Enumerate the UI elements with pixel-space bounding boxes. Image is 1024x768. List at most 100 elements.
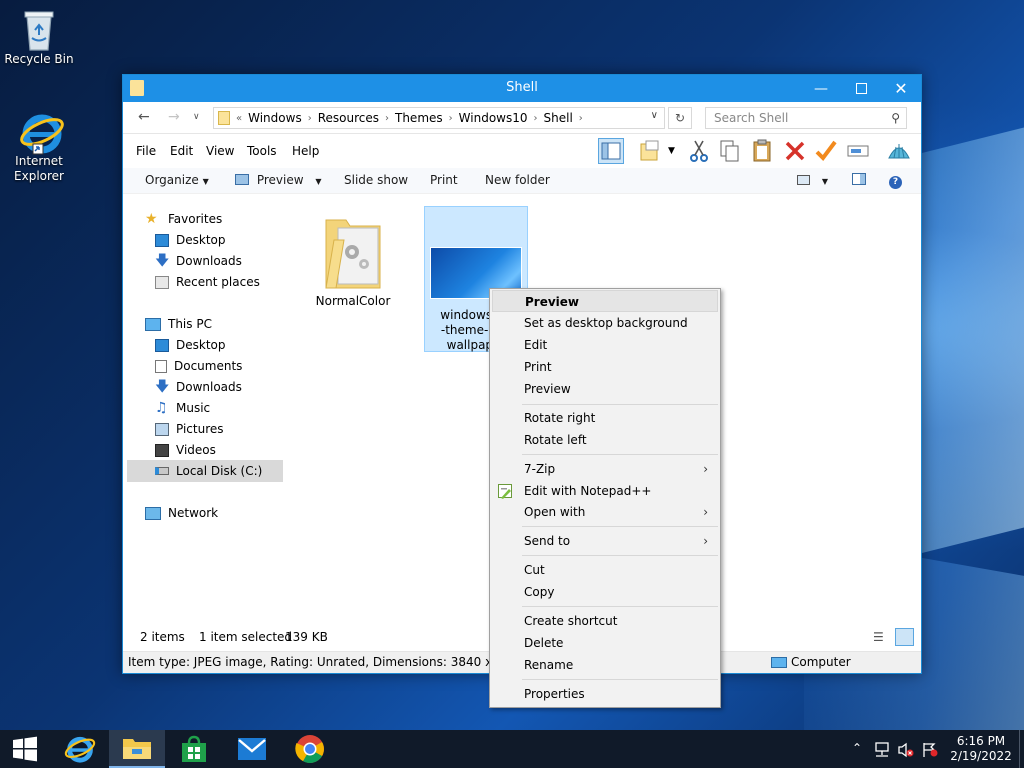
ctx-properties[interactable]: Properties (492, 683, 718, 705)
rename-field-icon[interactable] (845, 138, 871, 164)
minimize-button[interactable]: — (801, 75, 841, 102)
checkmark-icon[interactable] (813, 138, 839, 164)
change-view-button[interactable]: ▼ (797, 173, 828, 187)
nav-pc-downloads[interactable]: 🡇 Downloads (155, 377, 242, 397)
print-button[interactable]: Print (430, 173, 458, 187)
breadcrumb-windows10[interactable]: Windows10 (459, 111, 528, 125)
title-bar[interactable]: Shell — ✕ (123, 75, 921, 102)
chevron-down-icon: ▼ (202, 177, 209, 186)
taskbar-internet-explorer[interactable] (52, 730, 108, 768)
ctx-print[interactable]: Print (492, 356, 718, 378)
chevron-right-icon[interactable]: › (534, 113, 538, 124)
chevron-right-icon[interactable]: › (385, 113, 389, 124)
search-input[interactable]: Search Shell ⚲ (705, 107, 907, 129)
ctx-preview[interactable]: Preview (492, 378, 718, 400)
ctx-open-with[interactable]: Open with › (492, 501, 718, 523)
forward-button[interactable]: → (168, 109, 180, 125)
delete-x-icon[interactable] (782, 138, 808, 164)
address-dropdown-icon[interactable]: ∨ (651, 110, 658, 121)
ctx-edit[interactable]: Edit (492, 334, 718, 356)
nav-pc-pictures[interactable]: Pictures (155, 419, 224, 439)
ctx-set-desktop-background[interactable]: Set as desktop background (492, 312, 718, 334)
pictures-icon (155, 422, 169, 436)
ctx-send-to[interactable]: Send to › (492, 530, 718, 552)
volume-muted-icon[interactable] (897, 742, 915, 768)
large-icons-view-icon[interactable] (895, 628, 914, 646)
start-button[interactable] (0, 730, 50, 768)
nav-pc-desktop[interactable]: Desktop (155, 335, 226, 355)
action-center-flag-icon[interactable] (921, 742, 939, 768)
ctx-delete[interactable]: Delete (492, 632, 718, 654)
taskbar-chrome[interactable] (282, 730, 338, 768)
address-overflow[interactable]: « (236, 113, 242, 124)
breadcrumb-shell[interactable]: Shell (544, 111, 573, 125)
nav-fav-recent-places[interactable]: Recent places (155, 272, 260, 292)
details-view-icon[interactable]: ☰ (873, 630, 889, 644)
nav-item-label: Local Disk (C:) (176, 464, 263, 478)
nav-fav-downloads[interactable]: 🡇 Downloads (155, 251, 242, 271)
file-item-normalcolor[interactable]: NormalColor (301, 206, 405, 326)
cut-scissors-icon[interactable] (686, 138, 712, 164)
ctx-create-shortcut[interactable]: Create shortcut (492, 610, 718, 632)
taskbar-store[interactable] (166, 730, 222, 768)
ctx-notepadpp-label: Edit with Notepad++ (524, 484, 652, 498)
copy-icon[interactable] (717, 138, 743, 164)
help-icon[interactable]: ? (889, 173, 902, 189)
breadcrumb-windows[interactable]: Windows (248, 111, 302, 125)
preview-pane-icon[interactable] (852, 173, 866, 188)
menu-edit[interactable]: Edit (170, 144, 193, 158)
organize-button[interactable]: Organize ▼ (145, 173, 209, 187)
chevron-right-icon[interactable]: › (308, 113, 312, 124)
ctx-7zip[interactable]: 7-Zip › (492, 458, 718, 480)
nav-this-pc[interactable]: This PC (145, 314, 212, 334)
desktop-icon-recycle-bin[interactable]: Recycle Bin (1, 8, 77, 67)
taskbar-file-explorer[interactable] (109, 730, 165, 768)
nav-pc-music[interactable]: ♫ Music (155, 398, 210, 418)
breadcrumb-themes[interactable]: Themes (395, 111, 443, 125)
menu-file[interactable]: File (136, 144, 156, 158)
ctx-rotate-right[interactable]: Rotate right (492, 407, 718, 429)
menu-tools[interactable]: Tools (247, 144, 277, 158)
shell-seashell-icon[interactable] (886, 138, 912, 164)
ctx-rotate-left[interactable]: Rotate left (492, 429, 718, 451)
slideshow-button[interactable]: Slide show (344, 173, 408, 187)
layout-pane-icon[interactable] (598, 138, 624, 164)
back-button[interactable]: ← (138, 109, 150, 125)
desktop-icon-internet-explorer[interactable]: Internet Explorer (1, 110, 77, 184)
taskbar-mail[interactable] (224, 730, 280, 768)
chevron-right-icon: › (703, 462, 708, 476)
ctx-rename[interactable]: Rename (492, 654, 718, 676)
breadcrumb-resources[interactable]: Resources (318, 111, 379, 125)
preview-button[interactable]: Preview ▼ (235, 173, 322, 187)
chevron-right-icon[interactable]: › (449, 113, 453, 124)
ctx-cut[interactable]: Cut (492, 559, 718, 581)
show-desktop-button[interactable] (1019, 730, 1024, 768)
new-folder-button[interactable]: New folder (485, 173, 550, 187)
clock[interactable]: 6:16 PM 2/19/2022 (944, 734, 1018, 768)
menu-help[interactable]: Help (292, 144, 319, 158)
nav-network[interactable]: Network (145, 503, 218, 523)
chevron-right-icon[interactable]: › (579, 113, 583, 124)
paste-clipboard-icon[interactable] (749, 138, 775, 164)
folder-options-icon[interactable] (638, 138, 664, 164)
network-wired-icon[interactable] (873, 742, 891, 768)
close-button[interactable]: ✕ (881, 75, 921, 102)
ctx-preview-default[interactable]: Preview (492, 290, 718, 312)
maximize-button[interactable] (841, 75, 881, 102)
nav-pc-documents[interactable]: Documents (155, 356, 242, 376)
recycle-bin-icon (19, 8, 59, 51)
downloads-arrow-icon: 🡇 (155, 252, 170, 269)
nav-fav-desktop[interactable]: Desktop (155, 230, 226, 250)
recent-locations-chevron-icon[interactable]: ∨ (193, 112, 200, 122)
refresh-button[interactable]: ↻ (668, 107, 692, 129)
address-bar[interactable]: « Windows › Resources › Themes › Windows10 ›… (213, 107, 665, 129)
ctx-copy[interactable]: Copy (492, 581, 718, 603)
show-hidden-icons-chevron-up-icon[interactable]: ⌃ (852, 741, 862, 768)
chevron-right-icon: › (703, 505, 708, 519)
menu-view[interactable]: View (206, 144, 234, 158)
internet-explorer-icon (64, 736, 96, 763)
nav-pc-local-disk[interactable]: Local Disk (C:) (155, 461, 262, 481)
nav-pc-videos[interactable]: Videos (155, 440, 216, 460)
ctx-edit-notepadpp[interactable]: Edit with Notepad++ (492, 480, 718, 502)
nav-favorites[interactable]: ★ Favorites (145, 209, 222, 229)
